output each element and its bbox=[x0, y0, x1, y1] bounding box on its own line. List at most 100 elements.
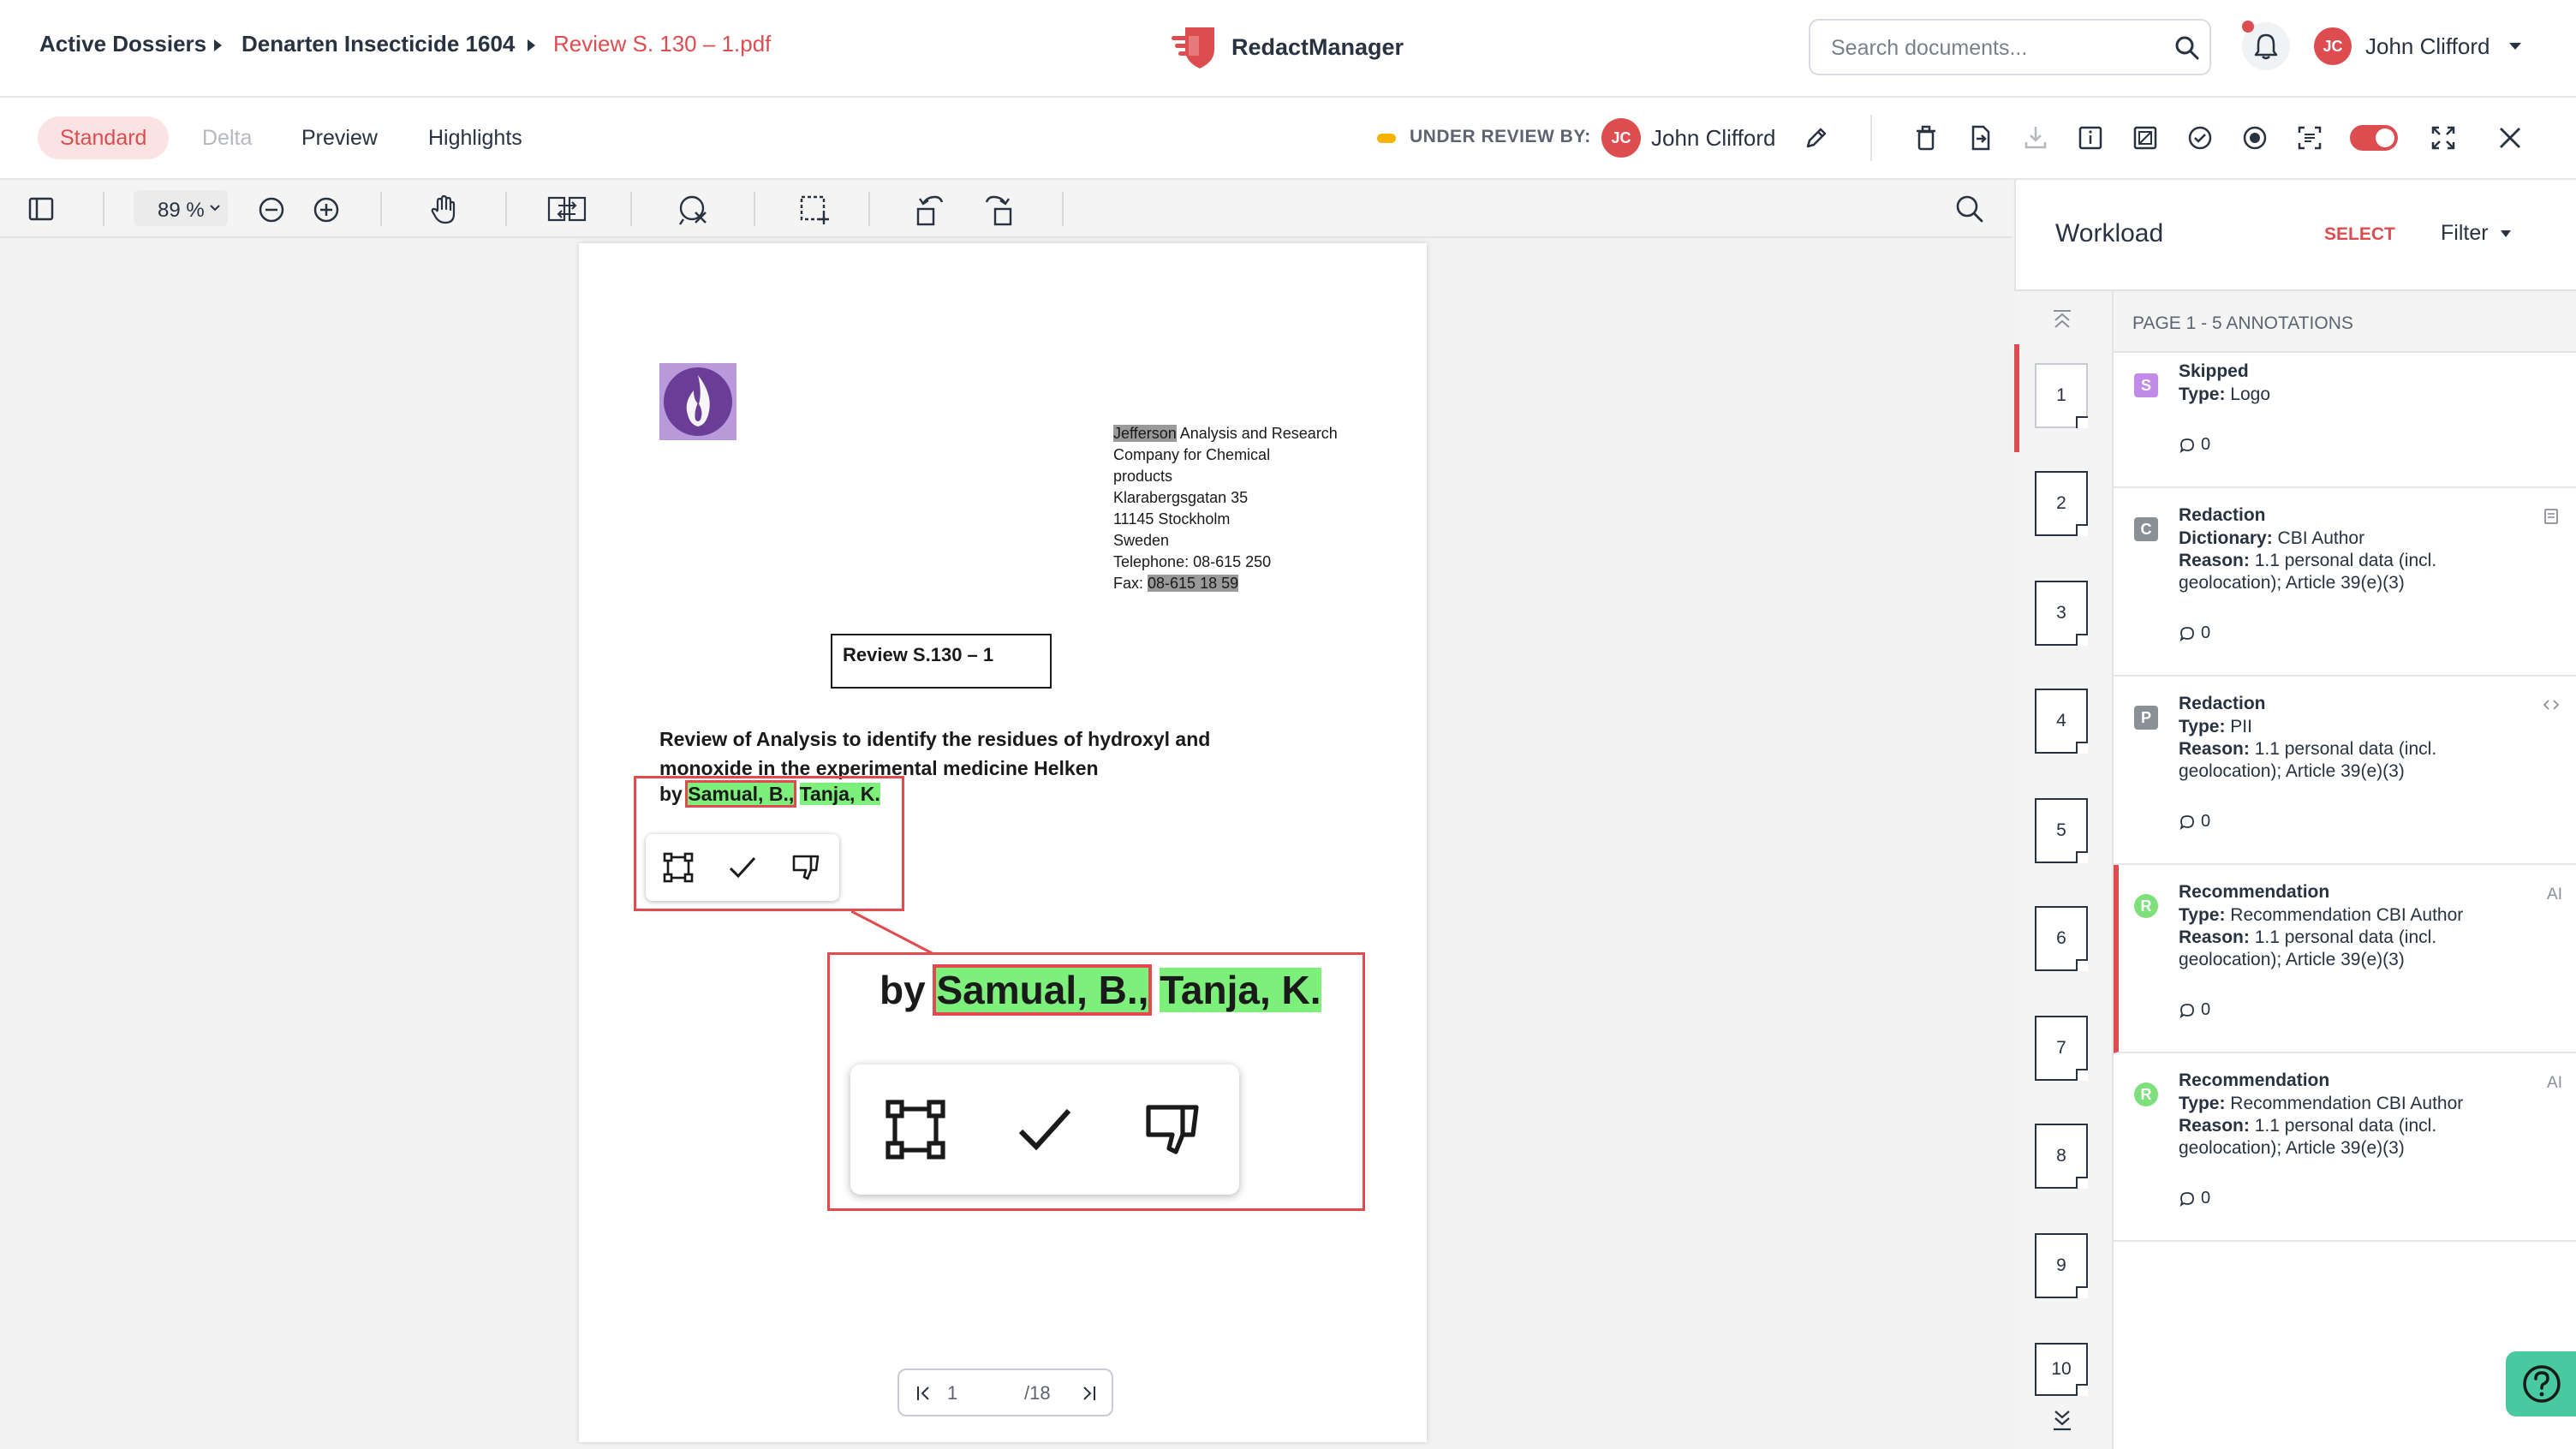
page-thumb-6[interactable]: 6 bbox=[2035, 906, 2088, 971]
annotation-detail: Dictionary: CBI Author bbox=[2179, 528, 2538, 550]
resize-box-icon[interactable] bbox=[662, 851, 695, 884]
search-input[interactable] bbox=[1829, 33, 2158, 63]
code-icon bbox=[2543, 700, 2560, 710]
page-thumb-3[interactable]: 3 bbox=[2035, 581, 2088, 646]
company-line: Jefferson Analysis and Research bbox=[1113, 423, 1338, 444]
zoomed-callout: by Samual, B., Tanja, K. bbox=[827, 952, 1365, 1211]
page-thumb-10[interactable]: 10 bbox=[2035, 1343, 2088, 1396]
annotation-type-badge: R bbox=[2134, 894, 2158, 918]
tab-preview[interactable]: Preview bbox=[279, 116, 400, 159]
address-line: Sweden bbox=[1113, 532, 1170, 549]
annotation-card-5[interactable]: R Recommendation AI Type: Recommendation… bbox=[2114, 1053, 2576, 1242]
brand-name: RedactManager bbox=[1231, 33, 1404, 60]
authors-line: by Samual, B., Tanja, K. bbox=[659, 780, 880, 808]
detail-key: Type: bbox=[2179, 717, 2226, 736]
page-navigator: /18 bbox=[897, 1368, 1113, 1416]
address-line: Telephone: 08-615 250 bbox=[1113, 553, 1272, 570]
pan-hand-icon[interactable] bbox=[428, 194, 461, 226]
toolbar-divider bbox=[505, 192, 507, 226]
annotation-card-3[interactable]: P Redaction Type: PII Reason: 1.1 person… bbox=[2114, 677, 2576, 865]
approve-check-icon[interactable] bbox=[2185, 123, 2215, 152]
page-thumb-4[interactable]: 4 bbox=[2035, 689, 2088, 754]
select-button[interactable]: SELECT bbox=[2324, 224, 2395, 245]
chevron-down-icon bbox=[210, 205, 220, 212]
area-select-icon[interactable] bbox=[798, 194, 831, 226]
help-button[interactable] bbox=[2506, 1351, 2576, 1416]
accept-check-icon[interactable] bbox=[726, 851, 759, 884]
sidebar-toggle-icon[interactable] bbox=[27, 195, 55, 223]
detail-key: Type: bbox=[2179, 905, 2226, 925]
fullscreen-icon[interactable] bbox=[2429, 123, 2458, 152]
comments-count[interactable]: 0 bbox=[2179, 1189, 2210, 1208]
document-title: Review of Analysis to identify the resid… bbox=[659, 724, 1210, 783]
notifications-button[interactable] bbox=[2242, 21, 2290, 70]
scan-text-icon[interactable] bbox=[2295, 123, 2324, 152]
tab-delta[interactable]: Delta bbox=[180, 116, 274, 159]
breadcrumb-active-dossiers[interactable]: Active Dossiers bbox=[39, 31, 206, 57]
author-annotation[interactable]: Tanja, K. bbox=[799, 783, 880, 805]
annotation-card-2[interactable]: C Redaction Dictionary: CBI Author Reaso… bbox=[2114, 488, 2576, 677]
page-thumb-1[interactable]: 1 bbox=[2035, 363, 2088, 428]
zoomed-authors-line: by Samual, B., Tanja, K. bbox=[880, 964, 1321, 1016]
page-thumb-8[interactable]: 8 bbox=[2035, 1124, 2088, 1189]
record-icon[interactable] bbox=[2240, 123, 2269, 152]
author-annotation-selected[interactable]: Samual, B., bbox=[685, 780, 797, 808]
tab-standard[interactable]: Standard bbox=[38, 116, 170, 159]
document-logo[interactable] bbox=[659, 363, 736, 440]
redacted-company-name[interactable]: Jefferson bbox=[1113, 425, 1177, 442]
annotation-card-4[interactable]: R Recommendation AI Type: Recommendation… bbox=[2114, 865, 2576, 1053]
download-icon[interactable] bbox=[2021, 123, 2050, 152]
annotation-detail: Reason: 1.1 personal data (incl. geoloca… bbox=[2179, 927, 2538, 971]
comments-count[interactable]: 0 bbox=[2179, 1000, 2210, 1020]
page-thumb-5[interactable]: 5 bbox=[2035, 798, 2088, 863]
scroll-bottom-icon[interactable] bbox=[2050, 1408, 2074, 1432]
close-icon[interactable] bbox=[2496, 123, 2525, 152]
page-thumb-7[interactable]: 7 bbox=[2035, 1016, 2088, 1081]
rotate-right-icon[interactable] bbox=[981, 192, 1016, 228]
comments-count[interactable]: 0 bbox=[2179, 812, 2210, 832]
chevron-down-icon bbox=[2508, 43, 2521, 50]
search-icon[interactable] bbox=[2174, 34, 2201, 62]
info-icon[interactable] bbox=[2076, 123, 2105, 152]
annotation-title: Recommendation bbox=[2179, 1070, 2330, 1090]
compare-icon[interactable] bbox=[546, 194, 587, 226]
toggle-switch[interactable] bbox=[2350, 125, 2398, 151]
reject-thumbs-down-icon[interactable] bbox=[790, 851, 823, 884]
export-file-icon[interactable] bbox=[1966, 123, 1995, 152]
zoom-select[interactable]: 89 % bbox=[134, 190, 228, 226]
rotate-left-icon[interactable] bbox=[913, 192, 947, 228]
annotation-type-badge: R bbox=[2134, 1082, 2158, 1106]
reject-thumbs-down-icon bbox=[1146, 1105, 1199, 1154]
title-line: Review of Analysis to identify the resid… bbox=[659, 728, 1211, 750]
filter-dropdown[interactable]: Filter bbox=[2441, 221, 2511, 246]
chevron-down-icon bbox=[2500, 230, 2511, 237]
current-page-input[interactable] bbox=[945, 1379, 1000, 1408]
annotation-detail: Type: Recommendation CBI Author bbox=[2179, 1093, 2538, 1115]
edit-pencil-icon[interactable] bbox=[1804, 125, 1829, 151]
detail-key: Type: bbox=[2179, 1094, 2226, 1113]
comments-count[interactable]: 0 bbox=[2179, 435, 2210, 455]
search-icon[interactable] bbox=[1954, 194, 1985, 224]
first-page-icon[interactable] bbox=[915, 1384, 933, 1403]
brand-logo[interactable]: RedactManager bbox=[1170, 22, 1404, 72]
breadcrumb-dossier[interactable]: Denarten Insecticide 1604 bbox=[242, 31, 515, 57]
redacted-fax[interactable]: 08-615 18 59 bbox=[1148, 575, 1239, 592]
delete-icon[interactable] bbox=[1911, 123, 1941, 152]
toolbar-divider bbox=[1870, 115, 1872, 161]
search-box[interactable] bbox=[1809, 19, 2211, 75]
redaction-preview-icon[interactable] bbox=[2131, 123, 2160, 152]
annotation-card-1[interactable]: S Skipped Type: Logo 0 bbox=[2114, 344, 2576, 488]
zoom-in-icon[interactable] bbox=[312, 195, 341, 224]
reviewer-name: John Clifford bbox=[1651, 125, 1776, 151]
page-thumb-9[interactable]: 9 bbox=[2035, 1233, 2088, 1298]
annotation-detail: Type: PII bbox=[2179, 716, 2538, 738]
scroll-top-icon[interactable] bbox=[2050, 308, 2074, 331]
page-thumb-2[interactable]: 2 bbox=[2035, 471, 2088, 536]
last-page-icon[interactable] bbox=[1079, 1384, 1098, 1403]
user-menu[interactable]: JC John Clifford bbox=[2314, 27, 2521, 65]
remove-search-icon[interactable] bbox=[677, 194, 711, 228]
comments-count[interactable]: 0 bbox=[2179, 623, 2210, 643]
zoom-out-icon[interactable] bbox=[257, 195, 286, 224]
toggle-knob bbox=[2376, 128, 2394, 147]
tab-highlights[interactable]: Highlights bbox=[406, 116, 545, 159]
